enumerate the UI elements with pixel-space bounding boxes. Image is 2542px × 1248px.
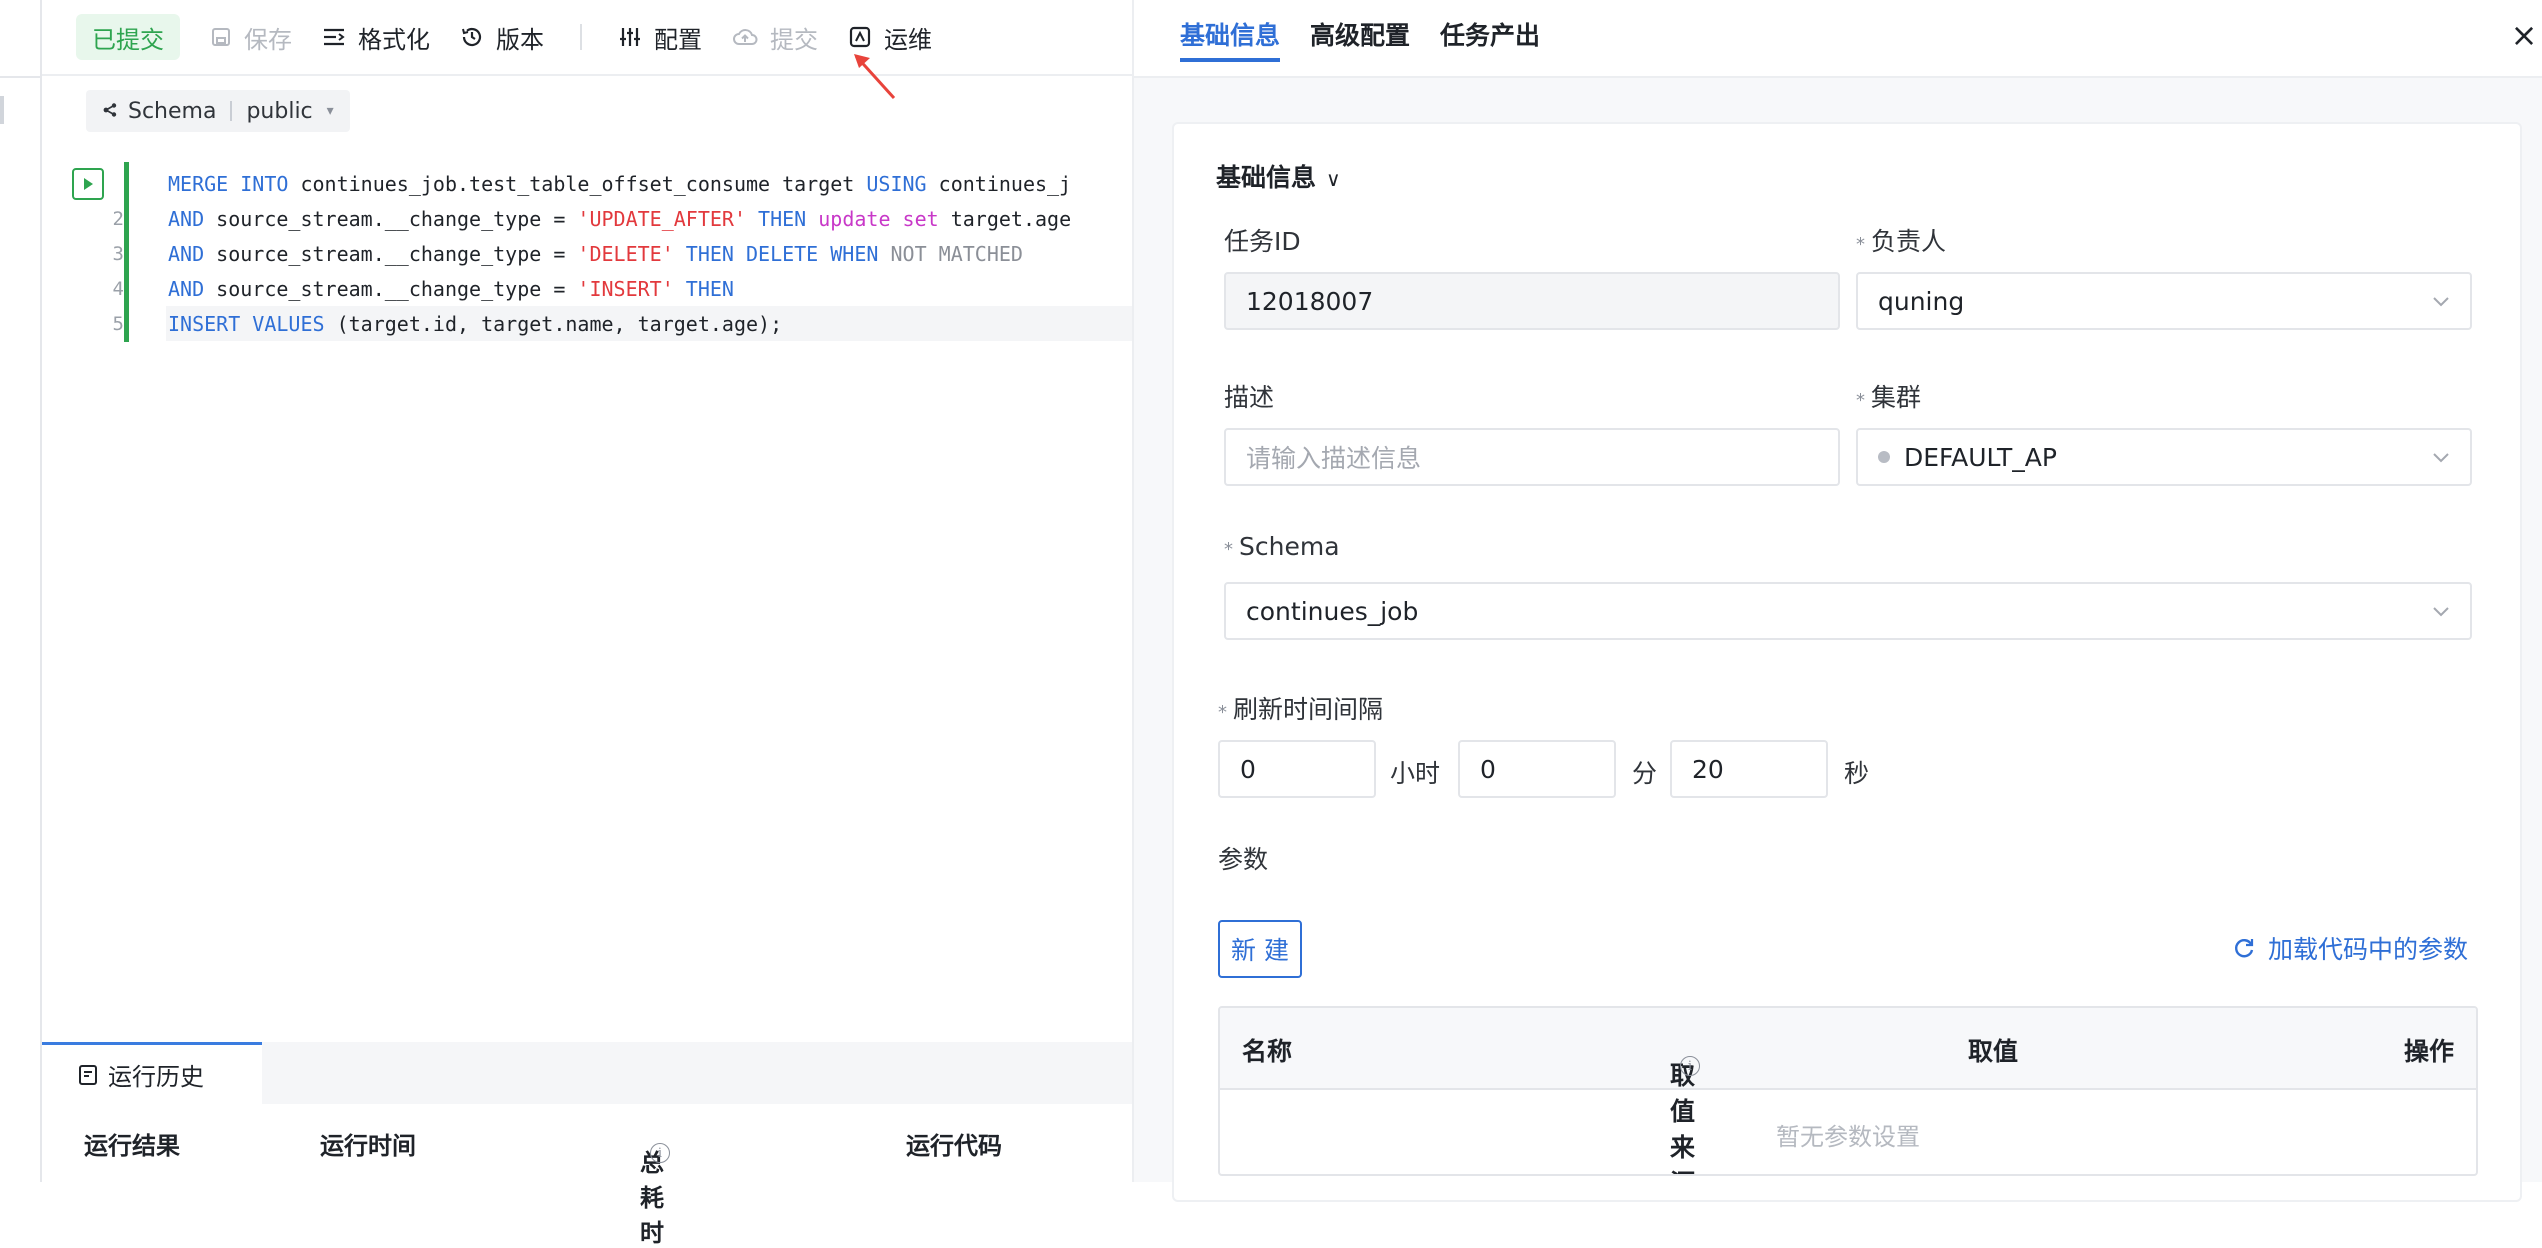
task-id-field: 12018007 [1224,272,1840,330]
config-label: 配置 [654,25,702,54]
left-rail [0,0,42,1182]
code-line: 3 AND source_stream.__change_type = 'DEL… [42,236,1132,271]
line-number: 2 [112,207,124,230]
code-text: AND source_stream.__change_type = 'INSER… [168,276,734,301]
rail-divider [0,76,42,78]
seconds-unit: 秒 [1844,759,1870,788]
bottom-tab-bar: 运行历史 [42,1042,1132,1104]
task-config-drawer: 基础信息 高级配置 任务产出 × 基础信息 ∨ 任务ID 12018007 * 负责… [1132,0,2542,1202]
history-table-header: 运行结果 运行时间 总耗时 i 运行代码 [42,1104,1132,1248]
cluster-label: * 集群 [1856,383,1922,412]
code-line: MERGE INTO continues_job.test_table_offs… [42,166,1132,201]
hours-unit: 小时 [1390,759,1441,788]
save-button[interactable]: 保存 [210,14,292,60]
params-empty-state: 暂无参数设置 [1776,1122,1920,1151]
refresh-icon [2234,939,2254,958]
chevron-down-icon [2433,297,2449,307]
chevron-down-icon [2433,607,2449,617]
sliders-icon [620,28,640,46]
cloud-upload-icon [733,29,758,45]
load-code-params-link[interactable]: 加载代码中的参数 [2232,930,2468,966]
params-table-header: 名称 取值来源i 取值 操作 [1220,1008,2476,1174]
schema-select[interactable]: continues_job [1224,582,2472,640]
tab-basic-info[interactable]: 基础信息 [1180,16,1281,62]
schema-label: * Schema [1224,532,1340,561]
format-icon [324,28,345,46]
minutes-unit: 分 [1632,759,1658,788]
format-label: 格式化 [358,25,430,54]
info-icon[interactable]: i [650,1143,670,1163]
code-text: AND source_stream.__change_type = 'UPDAT… [168,206,1072,231]
refresh-minutes-input[interactable]: 0 [1458,740,1616,798]
code-line: 4 AND source_stream.__change_type = 'INS… [42,271,1132,306]
col-run-result: 运行结果 [84,1131,180,1160]
history-clock-icon [462,27,482,47]
cluster-select[interactable]: DEFAULT_AP [1856,428,2472,486]
schema-chip-divider [230,101,233,121]
schema-chip-label: Schema [128,98,217,124]
refresh-hours-input[interactable]: 0 [1218,740,1376,798]
code-editor[interactable]: MERGE INTO continues_job.test_table_offs… [42,160,1132,400]
close-icon[interactable]: × [2504,16,2542,54]
drawer-header: 基础信息 高级配置 任务产出 × [1134,0,2542,78]
tab-run-history[interactable]: 运行历史 [42,1042,262,1104]
ops-icon [849,26,871,48]
line-number: 4 [112,277,124,300]
rail-indicator [0,96,4,124]
col-run-time: 运行时间 [320,1131,416,1160]
toolbar-divider [580,24,582,50]
schema-selector[interactable]: Schema public ▾ [86,90,350,132]
format-button[interactable]: 格式化 [322,14,430,60]
config-button[interactable]: 配置 [618,14,702,60]
editor-toolbar: 已提交 保存 格式化 版本 配置 提交 运维 [42,0,1132,76]
document-icon [79,1064,97,1085]
submit-label: 提交 [770,25,818,54]
submit-button[interactable]: 提交 [732,14,818,60]
version-label: 版本 [496,25,544,54]
share-icon [102,99,118,124]
caret-down-icon: ▾ [326,103,334,119]
params-table: 名称 取值来源i 取值 操作 暂无参数设置 [1218,1006,2478,1176]
line-number: 5 [112,312,124,335]
code-text: MERGE INTO continues_job.test_table_offs… [168,171,1072,196]
refresh-interval-label: * 刷新时间间隔 [1218,695,1384,724]
desc-label: 描述 [1224,383,1275,412]
owner-select[interactable]: quning [1856,272,2472,330]
code-line: 5 INSERT VALUES (target.id, target.name,… [42,306,1132,341]
section-basic-info[interactable]: 基础信息 ∨ [1216,158,1341,194]
tab-task-output[interactable]: 任务产出 [1440,16,1540,62]
description-input[interactable]: 请输入描述信息 [1224,428,1840,486]
save-icon [212,28,230,46]
params-label: 参数 [1218,845,1269,874]
col-actions: 操作 [2403,1037,2454,1066]
col-value: 取值 [1968,1037,2019,1066]
schema-chip-value: public [246,98,313,124]
status-dot-icon [1878,451,1890,463]
info-icon[interactable]: i [1680,1056,1700,1076]
code-line: 2 AND source_stream.__change_type = 'UPD… [42,201,1132,236]
code-text: INSERT VALUES (target.id, target.name, t… [168,311,783,336]
code-text: AND source_stream.__change_type = 'DELET… [168,241,1023,266]
line-number: 3 [112,242,124,265]
chevron-down-icon [2433,453,2449,463]
tab-advanced-config[interactable]: 高级配置 [1310,16,1410,62]
version-button[interactable]: 版本 [460,14,544,60]
owner-label: * 负责人 [1856,227,1947,256]
tab-run-history-label: 运行历史 [108,1063,204,1091]
chevron-down-icon: ∨ [1326,167,1341,191]
save-label: 保存 [244,25,292,54]
basic-info-card: 基础信息 ∨ 任务ID 12018007 * 负责人 quning 描述 请输入描述… [1172,122,2522,1202]
col-name: 名称 [1242,1037,1293,1066]
task-id-label: 任务ID [1224,227,1301,256]
new-param-button[interactable]: 新 建 [1218,920,1302,978]
annotation-arrow-icon [854,54,896,100]
sql-editor-pane: 已提交 保存 格式化 版本 配置 提交 运维 Schema public ▾ M… [42,0,1132,1248]
col-run-code: 运行代码 [906,1131,1002,1160]
submitted-status-badge: 已提交 [76,14,180,60]
refresh-seconds-input[interactable]: 20 [1670,740,1828,798]
